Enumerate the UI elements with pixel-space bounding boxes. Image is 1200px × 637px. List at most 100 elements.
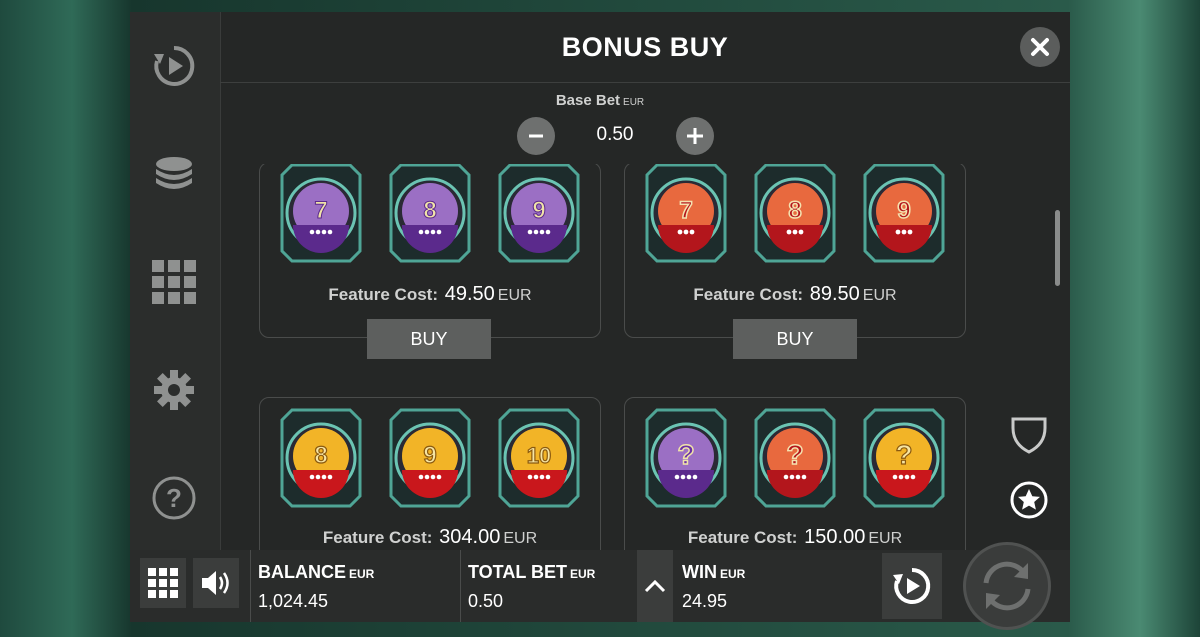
bottom-bar: BALANCE EUR 1,024.45 TOTAL BET EUR 0.50 WI…: [130, 542, 1070, 630]
gold-symbol-8: 8: [280, 408, 362, 508]
autoplay-icon[interactable]: [150, 42, 198, 90]
shield-icon[interactable]: [1008, 414, 1050, 456]
red-mystery-symbol: ?: [754, 408, 836, 508]
grid-menu-icon: [148, 568, 178, 598]
balance-display: BALANCE EUR 1,024.45: [252, 550, 462, 622]
feature-cost: Feature Cost: 49.50 EUR: [260, 283, 600, 306]
buy-button[interactable]: BUY: [367, 319, 491, 359]
win-value: 24.95: [682, 591, 728, 611]
modal-header: BONUS BUY: [220, 12, 1070, 83]
total-bet-label: TOTAL BET EUR: [468, 562, 595, 583]
balance-currency: EUR: [349, 567, 375, 581]
feature-symbols: ? ? ?: [643, 408, 947, 508]
feature-card: 8 9 10 Feature Cost: 304.00 EUR: [259, 397, 601, 550]
autoplay-button[interactable]: [882, 553, 942, 619]
symbol-label: 9: [897, 197, 910, 224]
feature-card: 7 8 9: [624, 164, 966, 338]
total-bet-value: 0.50: [468, 591, 504, 611]
feature-cost-label: Feature Cost:: [328, 285, 438, 304]
feature-cost: Feature Cost: 150.00 EUR: [625, 526, 965, 549]
base-bet-label-text: Base Bet: [555, 92, 621, 109]
red-symbol-8: 8: [754, 164, 836, 263]
feature-list[interactable]: 7 8 9 Feature Cost: 49.50 EUR BUY 7 8 9 …: [220, 164, 980, 550]
win-display: WIN EUR 24.95: [676, 550, 876, 622]
speaker-icon: [202, 571, 229, 595]
star-icon[interactable]: [1010, 481, 1048, 519]
feature-cost-label: Feature Cost:: [322, 528, 433, 547]
win-label: WIN EUR: [682, 562, 745, 583]
feature-card: 7 8 9: [259, 164, 601, 338]
feature-card: ? ? ? Feature Cost: 150.00 EUR: [624, 397, 966, 550]
feature-cost: Feature Cost: 89.50 EUR: [625, 283, 965, 306]
purple-symbol-7: 7: [280, 164, 362, 263]
feature-symbols: 7 8 9: [643, 164, 947, 263]
svg-text:?: ?: [166, 483, 182, 513]
symbol-label: 8: [423, 197, 436, 224]
menu-button[interactable]: [140, 558, 186, 608]
feature-symbols: 7 8 9: [278, 164, 582, 263]
sound-button[interactable]: [193, 558, 239, 608]
footer-divider: [460, 550, 461, 622]
buy-button[interactable]: BUY: [733, 319, 857, 359]
symbol-label: 7: [679, 197, 692, 224]
feature-cost-label: Feature Cost:: [687, 528, 798, 547]
feature-cost-currency: EUR: [868, 530, 903, 547]
plus-icon: [687, 128, 703, 144]
help-icon[interactable]: ?: [150, 474, 198, 522]
bonus-buy-panel: ? BONUS BUY Base Bet EUR 0.50 7 8 9 Feat…: [130, 12, 1070, 550]
purple-symbol-9: 9: [498, 164, 580, 263]
settings-gear-icon[interactable]: [150, 366, 198, 414]
gold-mystery-symbol: ?: [863, 408, 945, 508]
base-bet-value: 0.50: [596, 124, 634, 145]
spin-icon: [983, 561, 1031, 611]
close-icon: [1031, 38, 1049, 56]
feature-cost-value: 49.50: [444, 283, 495, 305]
purple-symbol-8: 8: [389, 164, 471, 263]
red-symbol-7: 7: [645, 164, 727, 263]
feature-cost: Feature Cost: 304.00 EUR: [260, 526, 600, 549]
feature-cost-value: 304.00: [439, 526, 501, 548]
red-symbol-9: 9: [863, 164, 945, 263]
chips-icon[interactable]: [150, 150, 198, 198]
chevron-up-icon: [644, 579, 666, 593]
symbol-label: ?: [895, 439, 912, 470]
total-bet-display: TOTAL BET EUR 0.50: [462, 550, 632, 622]
feature-cost-currency: EUR: [862, 287, 897, 304]
symbol-label: ?: [786, 439, 803, 470]
win-label-text: WIN: [682, 562, 717, 582]
autoplay-icon: [893, 567, 931, 604]
feature-cost-label: Feature Cost:: [693, 285, 803, 304]
feature-cost-value: 89.50: [809, 283, 860, 305]
paytable-grid-icon[interactable]: [150, 258, 198, 306]
symbol-label: 9: [423, 442, 436, 469]
decrease-bet-button[interactable]: [517, 117, 555, 155]
feature-cost-currency: EUR: [497, 287, 532, 304]
purple-mystery-symbol: ?: [645, 408, 727, 508]
bet-expand-button[interactable]: [637, 550, 673, 622]
balance-label: BALANCE EUR: [258, 562, 374, 583]
symbol-label: 10: [527, 443, 551, 468]
page-title: BONUS BUY: [561, 32, 729, 62]
feature-cost-currency: EUR: [503, 530, 538, 547]
footer-divider: [250, 550, 251, 622]
symbol-label: 7: [314, 197, 327, 224]
close-button[interactable]: [1020, 27, 1060, 67]
base-bet-currency: EUR: [623, 97, 645, 108]
minus-icon: [529, 134, 543, 138]
total-bet-label-text: TOTAL BET: [468, 562, 567, 582]
total-bet-currency: EUR: [570, 567, 596, 581]
scrollbar-thumb[interactable]: [1055, 210, 1060, 286]
symbol-label: ?: [677, 439, 694, 470]
gold-symbol-9: 9: [389, 408, 471, 508]
balance-label-text: BALANCE: [258, 562, 346, 582]
base-bet-label: Base Bet EUR: [130, 92, 1070, 109]
balance-value: 1,024.45: [258, 591, 329, 611]
feature-symbols: 8 9 10: [278, 408, 582, 508]
symbol-label: 8: [788, 197, 801, 224]
spin-button[interactable]: [963, 542, 1051, 630]
gold-symbol-10: 10: [498, 408, 580, 508]
symbol-label: 8: [314, 442, 327, 469]
symbol-label: 9: [532, 197, 545, 224]
win-currency: EUR: [720, 567, 746, 581]
increase-bet-button[interactable]: [676, 117, 714, 155]
